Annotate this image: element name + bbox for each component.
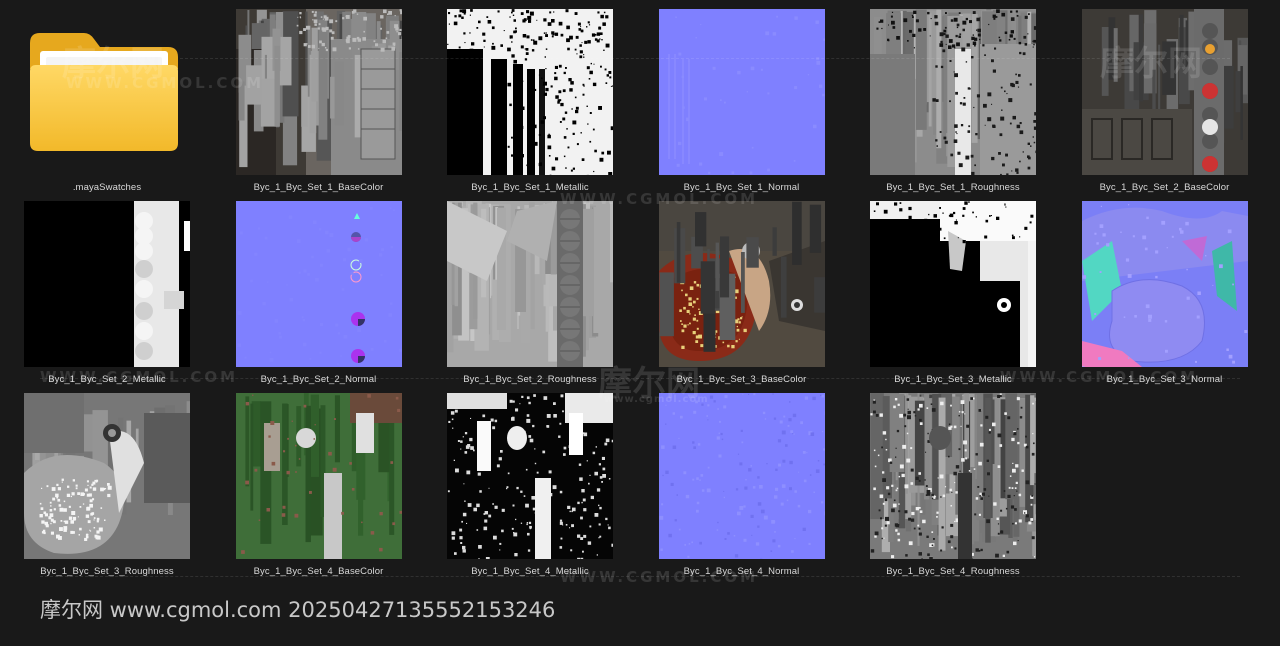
texture-thumbnail (235, 9, 402, 175)
file-name: Byc_1_Byc_Set_2_Metallic (48, 374, 166, 385)
file-item[interactable]: Byc_1_Byc_Set_3_Normal (1075, 201, 1255, 389)
texture-thumbnail (447, 201, 613, 367)
file-item[interactable]: Byc_1_Byc_Set_2_Roughness (440, 201, 620, 389)
texture-thumbnail (24, 393, 190, 559)
folder-icon (26, 29, 182, 153)
file-item[interactable]: Byc_1_Byc_Set_1_Normal (652, 9, 832, 197)
texture-thumbnail (447, 9, 613, 175)
file-name: Byc_1_Byc_Set_1_Roughness (886, 182, 1020, 193)
file-name: Byc_1_Byc_Set_3_BaseColor (676, 374, 807, 385)
texture-thumbnail (24, 201, 190, 367)
footer-watermark: 摩尔网 www.cgmol.com 20250427135552153246 (40, 598, 556, 622)
file-item[interactable]: Byc_1_Byc_Set_2_Normal (229, 201, 409, 389)
file-name: Byc_1_Byc_Set_4_Metallic (471, 566, 589, 577)
texture-thumbnail (658, 393, 825, 559)
texture-thumbnail (870, 9, 1036, 175)
file-item[interactable]: Byc_1_Byc_Set_3_Metallic (863, 201, 1043, 389)
watermark-line (40, 576, 1240, 577)
texture-thumbnail (1081, 201, 1248, 367)
file-item[interactable]: Byc_1_Byc_Set_4_BaseColor (229, 393, 409, 581)
file-item[interactable]: Byc_1_Byc_Set_4_Normal (652, 393, 832, 581)
watermark-line (40, 378, 1240, 379)
file-item[interactable]: Byc_1_Byc_Set_2_BaseColor (1075, 9, 1255, 197)
file-item[interactable]: Byc_1_Byc_Set_1_Metallic (440, 9, 620, 197)
file-name: Byc_1_Byc_Set_4_Normal (683, 566, 800, 577)
file-name: Byc_1_Byc_Set_3_Roughness (40, 566, 174, 577)
texture-thumbnail (1081, 9, 1248, 175)
file-name: Byc_1_Byc_Set_2_Roughness (463, 374, 597, 385)
file-explorer-view: .mayaSwatches Byc_1_Byc_Set_1_BaseColor By… (0, 0, 1280, 646)
file-name: Byc_1_Byc_Set_3_Metallic (894, 374, 1012, 385)
file-item[interactable]: Byc_1_Byc_Set_3_BaseColor (652, 201, 832, 389)
file-name: Byc_1_Byc_Set_1_Normal (683, 182, 800, 193)
texture-thumbnail (658, 201, 825, 367)
file-item[interactable]: Byc_1_Byc_Set_4_Metallic (440, 393, 620, 581)
file-name: Byc_1_Byc_Set_1_BaseColor (253, 182, 384, 193)
file-name: Byc_1_Byc_Set_4_Roughness (886, 566, 1020, 577)
texture-thumbnail (870, 393, 1036, 559)
file-name: Byc_1_Byc_Set_2_Normal (260, 374, 377, 385)
folder-item[interactable]: .mayaSwatches (17, 9, 197, 197)
file-item[interactable]: Byc_1_Byc_Set_2_Metallic (17, 201, 197, 389)
texture-thumbnail (235, 393, 402, 559)
file-item[interactable]: Byc_1_Byc_Set_4_Roughness (863, 393, 1043, 581)
file-name: Byc_1_Byc_Set_2_BaseColor (1099, 182, 1230, 193)
texture-thumbnail (870, 201, 1036, 367)
file-item[interactable]: Byc_1_Byc_Set_1_BaseColor (229, 9, 409, 197)
texture-thumbnail (235, 201, 402, 367)
file-name: Byc_1_Byc_Set_1_Metallic (471, 182, 589, 193)
file-name: Byc_1_Byc_Set_3_Normal (1106, 374, 1223, 385)
texture-thumbnail (658, 9, 825, 175)
file-name: .mayaSwatches (72, 182, 142, 193)
texture-thumbnail (447, 393, 613, 559)
file-item[interactable]: Byc_1_Byc_Set_3_Roughness (17, 393, 197, 581)
file-item[interactable]: Byc_1_Byc_Set_1_Roughness (863, 9, 1043, 197)
file-name: Byc_1_Byc_Set_4_BaseColor (253, 566, 384, 577)
